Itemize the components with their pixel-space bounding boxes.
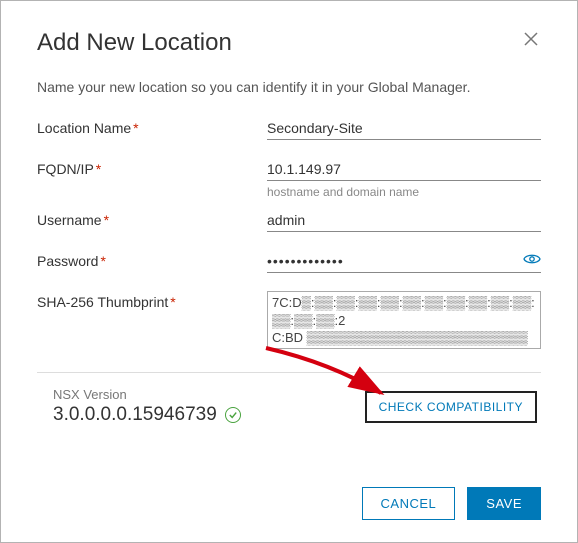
required-mark: * xyxy=(104,212,109,228)
form: Location Name* FQDN/IP* hostname and dom… xyxy=(37,117,541,354)
dialog-subtitle: Name your new location so you can identi… xyxy=(37,79,541,95)
cancel-button[interactable]: CANCEL xyxy=(362,487,456,520)
password-input[interactable] xyxy=(267,250,541,273)
row-thumbprint: SHA-256 Thumbprint* xyxy=(37,291,541,354)
label-fqdn-text: FQDN/IP xyxy=(37,161,94,177)
username-input[interactable] xyxy=(267,209,541,232)
version-label: NSX Version xyxy=(53,387,241,402)
row-fqdn: FQDN/IP* hostname and domain name xyxy=(37,158,541,199)
check-compatibility-button[interactable]: CHECK COMPATIBILITY xyxy=(365,391,537,423)
label-location-text: Location Name xyxy=(37,120,131,136)
label-fqdn: FQDN/IP* xyxy=(37,158,267,177)
dialog-header: Add New Location xyxy=(37,29,541,57)
divider xyxy=(37,372,541,373)
label-username-text: Username xyxy=(37,212,102,228)
version-value-wrap: 3.0.0.0.0.15946739 xyxy=(53,404,241,426)
label-password-text: Password xyxy=(37,253,98,269)
location-name-input[interactable] xyxy=(267,117,541,140)
required-mark: * xyxy=(100,253,105,269)
dialog-footer: CANCEL SAVE xyxy=(362,487,541,520)
save-button[interactable]: SAVE xyxy=(467,487,541,520)
label-thumbprint-text: SHA-256 Thumbprint xyxy=(37,294,168,310)
required-mark: * xyxy=(96,161,101,177)
label-password: Password* xyxy=(37,250,267,269)
label-location: Location Name* xyxy=(37,117,267,136)
required-mark: * xyxy=(170,294,175,310)
row-username: Username* xyxy=(37,209,541,232)
fqdn-hint: hostname and domain name xyxy=(267,185,541,199)
version-block: NSX Version 3.0.0.0.0.15946739 xyxy=(53,387,241,426)
row-password: Password* xyxy=(37,250,541,273)
label-thumbprint: SHA-256 Thumbprint* xyxy=(37,291,267,310)
thumbprint-input[interactable] xyxy=(267,291,541,349)
fqdn-input[interactable] xyxy=(267,158,541,181)
eye-icon[interactable] xyxy=(523,252,541,271)
version-row: NSX Version 3.0.0.0.0.15946739 CHECK COM… xyxy=(37,387,541,426)
label-username: Username* xyxy=(37,209,267,228)
dialog-title: Add New Location xyxy=(37,29,232,57)
checkmark-icon xyxy=(225,407,241,423)
close-icon[interactable] xyxy=(521,29,541,53)
row-location: Location Name* xyxy=(37,117,541,140)
version-value: 3.0.0.0.0.15946739 xyxy=(53,404,217,426)
required-mark: * xyxy=(133,120,138,136)
add-location-dialog: Add New Location Name your new location … xyxy=(0,0,578,543)
